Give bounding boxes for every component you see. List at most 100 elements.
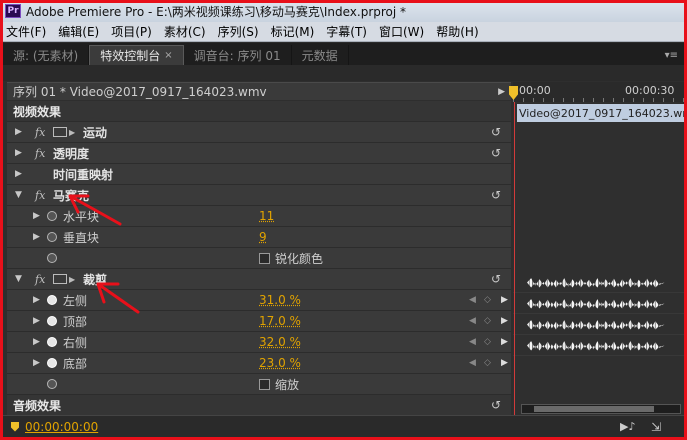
effect-time-remap[interactable]: ▶ 时间重映射 xyxy=(7,164,511,185)
menu-project[interactable]: 项目(P) xyxy=(111,23,152,40)
playhead-icon xyxy=(11,421,19,432)
tab-audio-mixer[interactable]: 调音台: 序列 01 xyxy=(184,45,292,65)
param-value[interactable]: 17.0 % xyxy=(259,314,301,328)
param-value[interactable]: 32.0 % xyxy=(259,335,301,349)
keyframe-track-strip xyxy=(527,278,665,288)
effect-motion[interactable]: ▶ fx ▶ 运动 ↺ xyxy=(7,122,511,143)
menu-marker[interactable]: 标记(M) xyxy=(271,23,315,40)
next-keyframe-icon[interactable]: ▶ xyxy=(501,337,508,347)
menu-window[interactable]: 窗口(W) xyxy=(379,23,424,40)
window-title: Adobe Premiere Pro - E:\两米视频课练习\移动马赛克\In… xyxy=(26,4,407,19)
param-label: 水平块 xyxy=(63,209,100,224)
effect-crop-label: 裁剪 xyxy=(83,272,108,287)
collapse-triangle-icon[interactable]: ▼ xyxy=(15,274,22,284)
audio-effects-label: 音频效果 xyxy=(13,398,62,413)
expand-triangle-icon[interactable]: ▶ xyxy=(15,127,22,137)
expand-triangle-icon[interactable]: ▶ xyxy=(33,232,40,242)
panel-top-strip xyxy=(3,65,684,81)
current-timecode[interactable]: 00:00:00:00 xyxy=(25,420,98,434)
effect-opacity[interactable]: ▶ fx 透明度 ↺ xyxy=(7,143,511,164)
keyframe-track-right[interactable] xyxy=(513,314,684,335)
stopwatch-icon[interactable] xyxy=(47,211,57,221)
collapse-triangle-icon[interactable]: ▼ xyxy=(15,190,22,200)
param-left: ▶ 左侧 31.0 % ◀ ◇ ▶ xyxy=(7,290,511,311)
prev-keyframe-icon[interactable]: ◀ xyxy=(469,316,476,326)
keyframe-track-left[interactable] xyxy=(513,272,684,293)
panel-tab-bar: 源: (无素材) 特效控制台 × 调音台: 序列 01 元数据 ▾≡ xyxy=(3,43,684,65)
expand-triangle-icon[interactable]: ▶ xyxy=(33,316,40,326)
expand-triangle-icon[interactable]: ▶ xyxy=(15,169,22,179)
effect-timeline: 00:00 00:00:30 Video@2017_0917_164023.wm… xyxy=(509,82,684,415)
prev-keyframe-icon[interactable]: ◀ xyxy=(469,337,476,347)
fx-icon[interactable]: fx xyxy=(35,273,45,286)
add-keyframe-icon[interactable]: ◇ xyxy=(484,358,491,368)
prev-keyframe-icon[interactable]: ◀ xyxy=(469,295,476,305)
expand-triangle-icon[interactable]: ▶ xyxy=(33,211,40,221)
menu-title[interactable]: 字幕(T) xyxy=(326,23,367,40)
reset-icon[interactable]: ↺ xyxy=(491,146,501,160)
reset-icon[interactable]: ↺ xyxy=(491,272,501,286)
video-effects-header: 视频效果 xyxy=(7,101,511,122)
scrollbar-thumb[interactable] xyxy=(534,406,654,412)
audio-play-icon[interactable]: ▶♪ xyxy=(620,420,635,433)
time-ruler[interactable]: 00:00 00:00:30 xyxy=(509,82,684,102)
param-value[interactable]: 9 xyxy=(259,230,267,244)
tab-effect-controls[interactable]: 特效控制台 × xyxy=(89,45,184,65)
next-keyframe-icon[interactable]: ▶ xyxy=(501,358,508,368)
expand-triangle-icon[interactable]: ▶ xyxy=(33,358,40,368)
expand-timeline-icon[interactable]: ▶ xyxy=(498,87,505,97)
param-value[interactable]: 11 xyxy=(259,209,274,223)
param-value[interactable]: 23.0 % xyxy=(259,356,301,370)
zoom-checkbox[interactable] xyxy=(259,378,270,390)
stopwatch-icon[interactable] xyxy=(47,295,57,305)
expand-triangle-icon[interactable]: ▶ xyxy=(33,337,40,347)
stopwatch-icon[interactable] xyxy=(47,232,57,242)
stopwatch-icon[interactable] xyxy=(47,337,57,347)
timeline-clip[interactable]: Video@2017_0917_164023.wmv xyxy=(517,104,684,122)
next-keyframe-icon[interactable]: ▶ xyxy=(501,295,508,305)
menu-clip[interactable]: 素材(C) xyxy=(164,23,206,40)
menu-edit[interactable]: 编辑(E) xyxy=(58,23,99,40)
reset-icon[interactable]: ↺ xyxy=(491,398,501,412)
fx-icon[interactable]: fx xyxy=(35,147,45,160)
keyframe-track-bottom[interactable] xyxy=(513,335,684,356)
fx-icon[interactable]: fx xyxy=(35,126,45,139)
transform-icon[interactable] xyxy=(53,274,67,284)
prev-keyframe-icon[interactable]: ◀ xyxy=(469,358,476,368)
param-label: 底部 xyxy=(63,356,88,371)
tab-source[interactable]: 源: (无素材) xyxy=(3,45,90,65)
tab-audio-mixer-label: 调音台: 序列 01 xyxy=(193,48,281,63)
expand-triangle-icon[interactable]: ▶ xyxy=(15,148,22,158)
effect-opacity-label: 透明度 xyxy=(53,146,90,161)
add-keyframe-icon[interactable]: ◇ xyxy=(484,316,491,326)
stopwatch-icon[interactable] xyxy=(47,316,57,326)
menu-file[interactable]: 文件(F) xyxy=(6,23,46,40)
sharpen-colors-checkbox[interactable] xyxy=(259,252,270,264)
reset-icon[interactable]: ↺ xyxy=(491,188,501,202)
panel-export-icon[interactable]: ⇲ xyxy=(651,420,661,434)
transform-icon[interactable] xyxy=(53,127,67,137)
effect-mosaic[interactable]: ▼ fx 马赛克 ↺ xyxy=(7,185,511,206)
stopwatch-icon[interactable] xyxy=(47,253,57,263)
panel-menu-icon[interactable]: ▾≡ xyxy=(665,50,678,61)
timeline-scrollbar[interactable] xyxy=(521,404,681,414)
stopwatch-icon[interactable] xyxy=(47,379,57,389)
playhead-line[interactable] xyxy=(514,102,515,415)
title-bar: Pr Adobe Premiere Pro - E:\两米视频课练习\移动马赛克… xyxy=(0,0,687,22)
tab-close-icon[interactable]: × xyxy=(164,50,172,61)
menu-help[interactable]: 帮助(H) xyxy=(436,23,478,40)
menu-sequence[interactable]: 序列(S) xyxy=(218,23,259,40)
fx-icon[interactable]: fx xyxy=(35,189,45,202)
effect-crop[interactable]: ▼ fx ▶ 裁剪 ↺ xyxy=(7,269,511,290)
video-effects-label: 视频效果 xyxy=(13,104,62,119)
tab-metadata[interactable]: 元数据 xyxy=(292,45,349,65)
keyframe-track-top[interactable] xyxy=(513,293,684,314)
expand-triangle-icon[interactable]: ▶ xyxy=(33,295,40,305)
add-keyframe-icon[interactable]: ◇ xyxy=(484,295,491,305)
stopwatch-icon[interactable] xyxy=(47,358,57,368)
param-value[interactable]: 31.0 % xyxy=(259,293,301,307)
add-keyframe-icon[interactable]: ◇ xyxy=(484,337,491,347)
next-keyframe-icon[interactable]: ▶ xyxy=(501,316,508,326)
param-right: ▶ 右侧 32.0 % ◀ ◇ ▶ xyxy=(7,332,511,353)
reset-icon[interactable]: ↺ xyxy=(491,125,501,139)
